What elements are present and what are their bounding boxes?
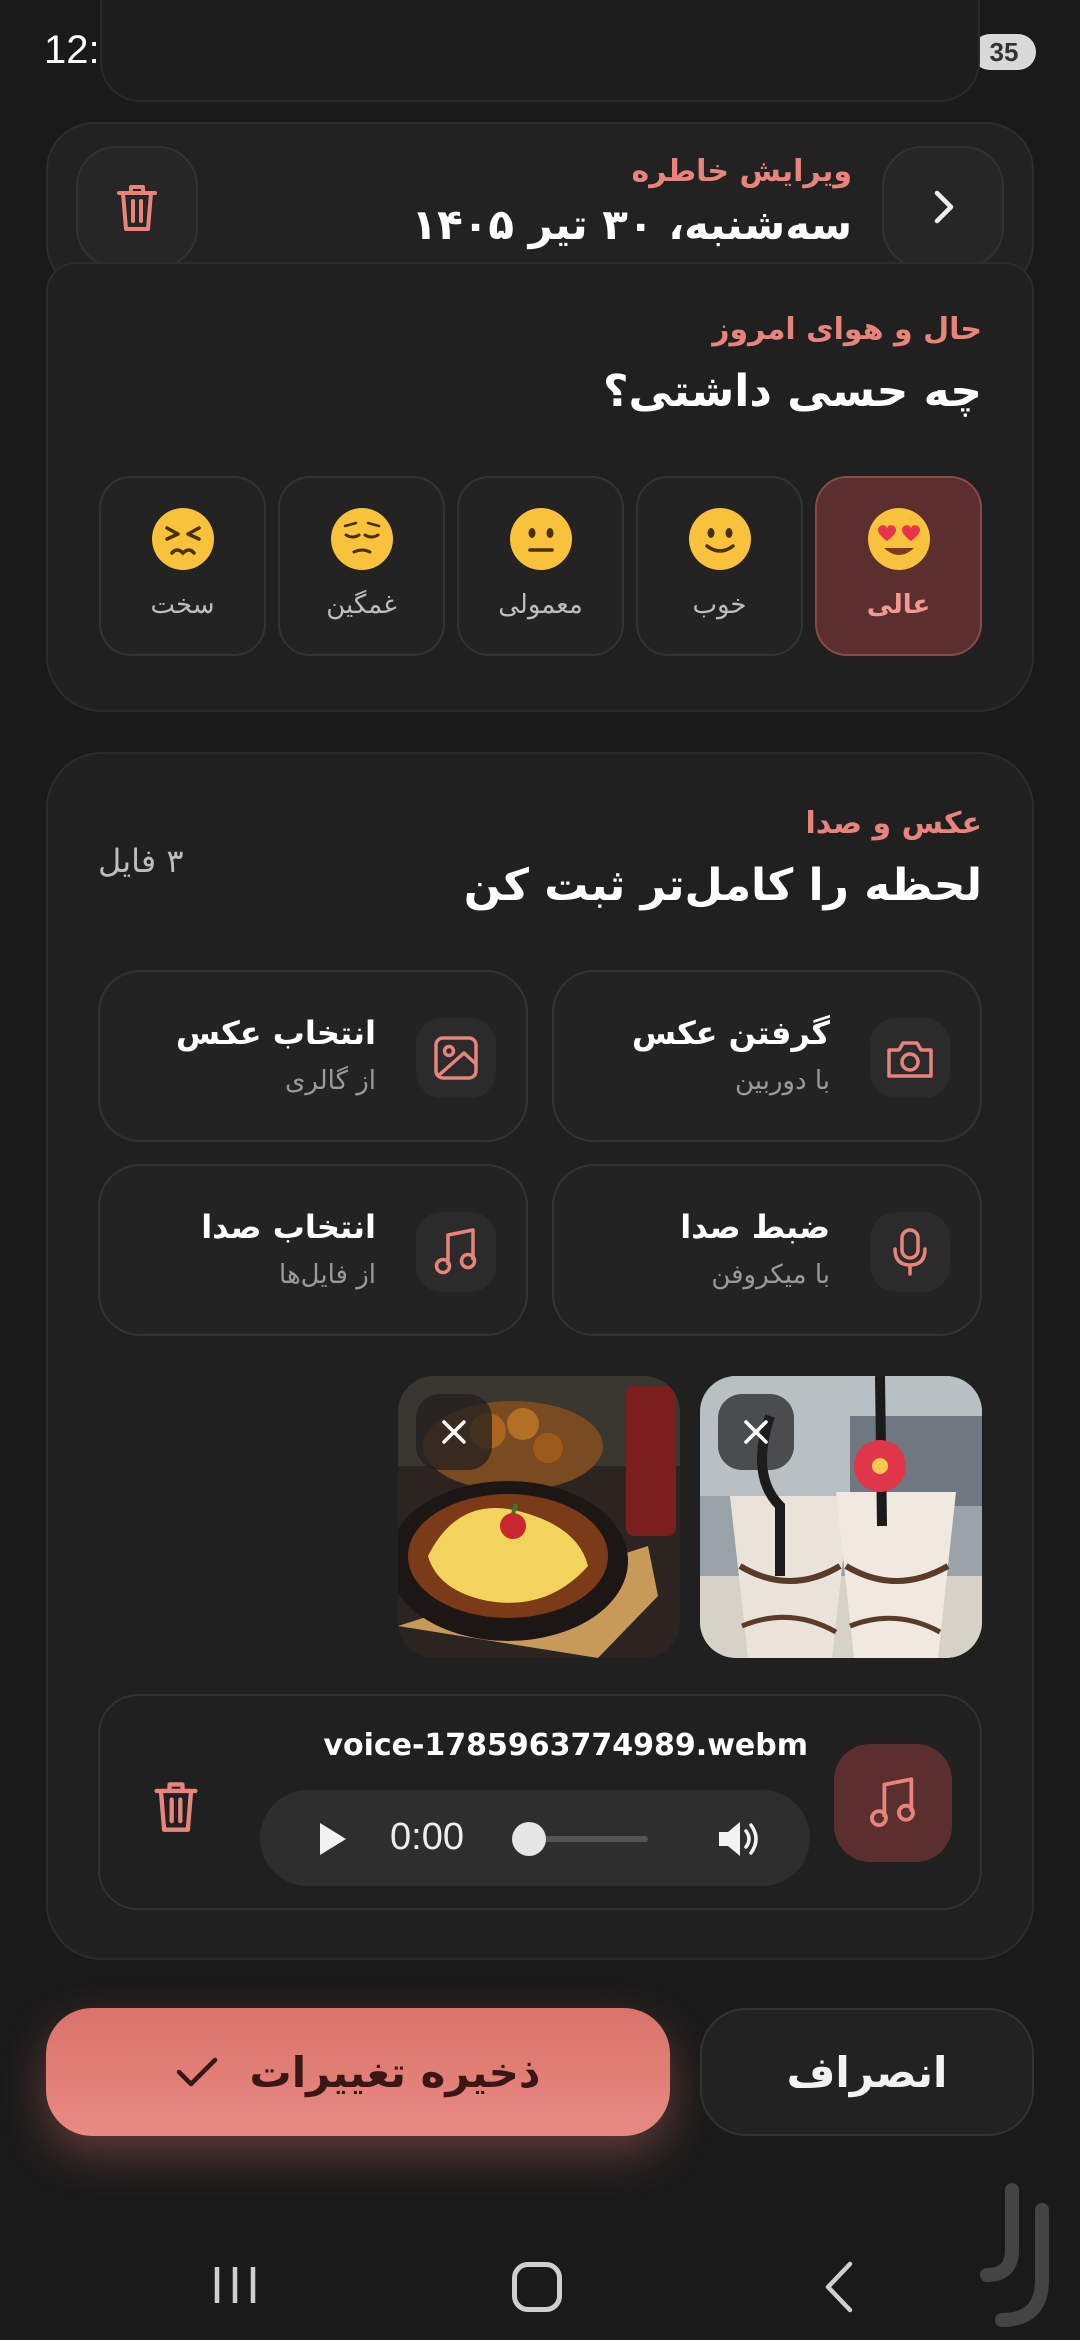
pensive-emoji-icon	[330, 508, 393, 570]
mood-option-hard[interactable]: سخت	[99, 476, 266, 656]
chevron-right-icon	[934, 190, 954, 224]
mood-label: معمولی	[498, 590, 583, 620]
mood-label: غمگین	[326, 590, 397, 620]
option-subtitle: با میکروفن	[711, 1260, 830, 1290]
mood-option-sad[interactable]: غمگین	[278, 476, 445, 656]
play-icon[interactable]	[314, 1820, 350, 1858]
save-label: ذخیره تغییرات	[249, 2047, 541, 2097]
mood-option-neutral[interactable]: معمولی	[457, 476, 624, 656]
volume-icon[interactable]	[716, 1818, 762, 1860]
delete-audio-icon[interactable]	[150, 1778, 202, 1834]
mood-subtitle: حال و هوای امروز	[712, 312, 982, 347]
audio-player: 0:00	[260, 1790, 810, 1886]
audio-file-badge	[834, 1744, 952, 1862]
take-photo-button[interactable]: گرفتن عکس با دوربین	[552, 970, 982, 1142]
media-subtitle: عکس و صدا	[805, 806, 982, 841]
cancel-button[interactable]: انصراف	[700, 2008, 1034, 2136]
cancel-label: انصراف	[786, 2047, 948, 2097]
microphone-icon	[870, 1212, 950, 1292]
delete-memory-button[interactable]	[76, 146, 198, 268]
home-icon[interactable]	[512, 2262, 562, 2312]
audio-filename: voice-1785963774989.webm	[323, 1728, 808, 1763]
mood-option-great[interactable]: عالی	[815, 476, 982, 656]
check-icon	[177, 2057, 218, 2087]
mood-title: چه حسی داشتی؟	[603, 366, 982, 417]
back-button[interactable]	[882, 146, 1004, 268]
heart-eyes-emoji-icon	[867, 508, 930, 570]
option-title: گرفتن عکس	[631, 1014, 830, 1052]
mood-option-good[interactable]: خوب	[636, 476, 803, 656]
mood-label: عالی	[866, 590, 931, 620]
music-note-icon	[416, 1212, 496, 1292]
back-nav-icon[interactable]	[820, 2260, 860, 2314]
remove-photo-button[interactable]	[416, 1394, 492, 1470]
file-count: ۳ فایل	[98, 842, 184, 880]
header-subtitle: ویرایش خاطره	[631, 154, 853, 189]
recents-icon[interactable]	[212, 2264, 258, 2306]
remove-photo-button[interactable]	[718, 1394, 794, 1470]
close-icon	[442, 1420, 466, 1444]
battery-indicator: 35	[972, 34, 1036, 70]
photo-thumbnail-food[interactable]	[398, 1376, 680, 1658]
close-icon	[744, 1420, 768, 1444]
pick-photo-button[interactable]: انتخاب عکس از گالری	[98, 970, 528, 1142]
media-title: لحظه را کامل‌تر ثبت کن	[463, 860, 982, 911]
mood-label: خوب	[692, 590, 747, 620]
pick-audio-button[interactable]: انتخاب صدا از فایل‌ها	[98, 1164, 528, 1336]
option-title: انتخاب صدا	[201, 1208, 376, 1246]
option-title: ضبط صدا	[680, 1208, 830, 1246]
mood-label: سخت	[150, 590, 215, 620]
option-subtitle: از گالری	[285, 1066, 376, 1096]
neutral-emoji-icon	[509, 508, 572, 570]
smile-emoji-icon	[688, 508, 751, 570]
photo-thumbnail-drinks[interactable]	[700, 1376, 982, 1658]
option-subtitle: از فایل‌ها	[279, 1260, 376, 1290]
option-title: انتخاب عکس	[175, 1014, 376, 1052]
save-changes-button[interactable]: ذخیره تغییرات	[46, 2008, 670, 2136]
trash-icon	[117, 185, 157, 231]
option-subtitle: با دوربین	[735, 1066, 830, 1096]
audio-seek-handle[interactable]	[512, 1822, 546, 1856]
audio-attachment: voice-1785963774989.webm 0:00	[98, 1694, 982, 1910]
mood-options: عالی خوب معمولی غمگین سخت	[98, 476, 982, 656]
memory-date: سه‌شنبه، ۳۰ تیر ۱۴۰۵	[411, 200, 852, 249]
camera-icon	[870, 1018, 950, 1098]
image-icon	[416, 1018, 496, 1098]
system-navigation-bar	[0, 2210, 1080, 2340]
music-note-icon	[870, 1777, 915, 1828]
tired-emoji-icon	[151, 508, 214, 570]
audio-current-time: 0:00	[390, 1816, 464, 1858]
record-voice-button[interactable]: ضبط صدا با میکروفن	[552, 1164, 982, 1336]
previous-card-edge	[100, 0, 980, 102]
